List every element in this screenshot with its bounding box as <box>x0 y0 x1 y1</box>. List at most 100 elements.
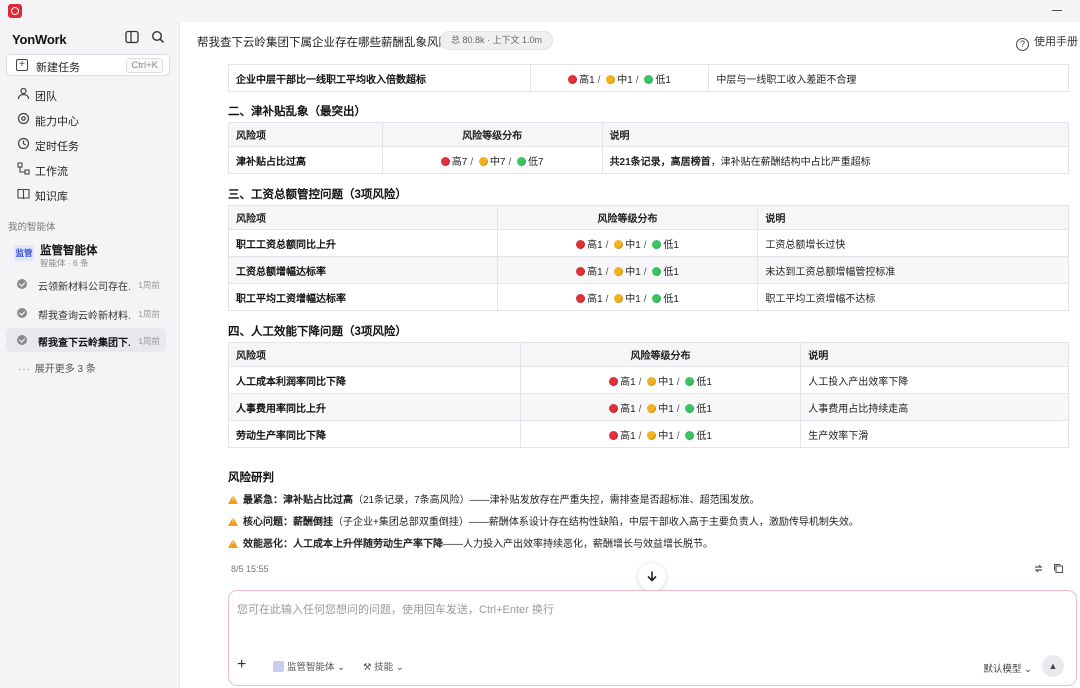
mid-risk-icon <box>606 74 616 84</box>
risk-distribution: 高1/ 中1/ 低1 <box>496 256 759 284</box>
column-header: 风险项 <box>228 122 383 147</box>
sidebar-item-workflow[interactable]: 工作流 <box>6 158 170 180</box>
low-label: 低 <box>663 239 674 251</box>
risk-item: 企业中层干部比一线职工平均收入倍数超标 <box>228 64 531 92</box>
chevron-down-icon: ⌄ <box>1024 664 1032 675</box>
minimize-icon[interactable] <box>1052 10 1062 11</box>
high-label: 高 <box>587 266 598 278</box>
risk-item: 职工工资总额同比上升 <box>228 229 498 257</box>
share-icon[interactable] <box>1033 563 1044 577</box>
low-label: 低 <box>663 293 674 305</box>
high-count: 1 <box>597 266 603 278</box>
scroll-to-bottom-button[interactable] <box>638 563 666 591</box>
agent-badge: 监管 <box>14 245 34 261</box>
high-risk-icon <box>576 266 586 276</box>
agent-card[interactable]: 监管 监管智能体 智能体 · 6 条 <box>12 240 172 268</box>
skill-icon: ⚒ <box>363 662 372 673</box>
history-item-active[interactable]: 帮我查下云岭集团下... 1周前 <box>6 328 166 352</box>
search-icon[interactable] <box>150 30 166 46</box>
section-heading: 三、工资总额管控问题（3项风险） <box>228 189 407 201</box>
sidebar-item-capability[interactable]: 能力中心 <box>6 108 170 130</box>
history-item[interactable]: 帮我查询云岭新材料... 1周前 <box>6 301 166 325</box>
history-item-label: 云领新材料公司存在... <box>38 282 130 293</box>
table-row: 人工成本利润率同比下降 高1/ 中1/ 低1 人工投入产出效率下降 <box>228 366 1069 394</box>
table-header-row: 风险项 风险等级分布 说明 <box>228 205 1069 230</box>
judgement-item: 最紧急：津补贴占比过高（21条记录，7条高风险）——津补贴发放存在严重失控，需排… <box>228 491 760 506</box>
low-label: 低 <box>696 430 707 442</box>
risk-note: 共21条记录，高居榜首，津补贴在薪酬结构中占比严重超标 <box>601 146 1070 174</box>
message-composer[interactable]: 您可在此输入任何您想问的问题，使用回车发送，Ctrl+Enter 换行 + 监管… <box>228 590 1077 686</box>
skill-selector[interactable]: ⚒ 技能 ⌄ <box>363 659 404 673</box>
low-risk-icon <box>652 239 662 249</box>
sidebar-item-label: 能力中心 <box>35 116 79 128</box>
skill-chip-label: 技能 <box>374 662 394 673</box>
mid-count: 1 <box>668 403 674 415</box>
risk-note-emphasis: 共21条记录，高居榜首 <box>609 156 711 168</box>
mid-count: 1 <box>635 239 641 251</box>
low-risk-icon <box>685 430 695 440</box>
model-selector[interactable]: 默认模型 ⌄ <box>983 661 1032 675</box>
mid-label: 中 <box>658 376 669 388</box>
sidebar-item-label: 工作流 <box>35 166 68 178</box>
mid-count: 1 <box>635 293 641 305</box>
copy-icon[interactable] <box>1053 563 1064 577</box>
risk-distribution: 高1/ 中1/ 低1 <box>496 283 759 311</box>
column-header: 说明 <box>601 122 1070 147</box>
title-bar <box>0 0 1080 22</box>
high-risk-icon <box>609 376 619 386</box>
partial-risk-table: 企业中层干部比一线职工平均收入倍数超标 高1/ 中1/ 低1 中层与一线职工收入… <box>228 64 1069 92</box>
sidebar-item-scheduled[interactable]: 定时任务 <box>6 133 170 155</box>
mid-risk-icon <box>478 156 488 166</box>
sidebar-item-label: 知识库 <box>35 191 68 203</box>
high-count: 1 <box>630 430 636 442</box>
risk-distribution: 高7/ 中7/ 低7 <box>381 146 603 174</box>
history-item-time: 1周前 <box>138 336 160 346</box>
judgement-item: 核心问题：薪酬倒挂（子企业+集团总部双重倒挂）——薪酬体系设计存在结构性缺陷，中… <box>228 513 859 528</box>
help-label: 使用手册 <box>1034 36 1078 48</box>
help-manual-button[interactable]: ? 使用手册 <box>1016 33 1078 51</box>
conversation-header: 帮我查下云岭集团下属企业存在哪些薪酬乱象风险 总 80.8k · 上下文 1.0… <box>180 22 1080 58</box>
risk-note: 中层与一线职工收入差距不合理 <box>708 64 1069 92</box>
table-row: 津补贴占比过高 高7/ 中7/ 低7 共21条记录，高居榜首，津补贴在薪酬结构中… <box>228 146 1070 174</box>
risk-distribution: 高1/ 中1/ 低1 <box>519 393 802 421</box>
low-label: 低 <box>528 156 539 168</box>
capability-icon <box>16 112 30 126</box>
risk-judgement-heading: 风险研判 <box>228 472 274 484</box>
agent-selector[interactable]: 监管智能体 ⌄ <box>273 659 345 673</box>
table-row: 工资总额增幅达标率 高1/ 中1/ 低1 未达到工资总额增幅管控标准 <box>228 256 1069 284</box>
sidebar-item-team[interactable]: 团队 <box>6 83 170 105</box>
low-risk-icon <box>652 266 662 276</box>
check-icon <box>17 308 27 318</box>
add-attachment-icon[interactable]: + <box>237 657 246 673</box>
check-icon <box>17 279 27 289</box>
risk-distribution: 高1/ 中1/ 低1 <box>519 366 802 394</box>
warning-icon <box>228 495 238 504</box>
high-risk-icon <box>609 403 619 413</box>
sidebar-toggle-icon[interactable] <box>124 30 140 46</box>
composer-input[interactable]: 您可在此输入任何您想问的问题，使用回车发送，Ctrl+Enter 换行 <box>237 601 554 617</box>
mid-count: 1 <box>627 74 633 86</box>
mid-label: 中 <box>658 430 669 442</box>
judgement-text: ——人力投入产出效率持续恶化，薪酬增长与效益增长脱节。 <box>443 539 713 550</box>
book-icon <box>16 187 30 201</box>
new-task-button[interactable]: + 新建任务 Ctrl+K <box>6 54 170 76</box>
low-label: 低 <box>696 376 707 388</box>
low-count: 1 <box>673 239 679 251</box>
low-count: 1 <box>665 74 671 86</box>
high-risk-icon <box>576 239 586 249</box>
table-row: 职工工资总额同比上升 高1/ 中1/ 低1 工资总额增长过快 <box>228 229 1069 257</box>
risk-table-allowance: 风险项 风险等级分布 说明 津补贴占比过高 高7/ 中7/ 低7 共21条记录，… <box>228 122 1070 174</box>
mid-count: 1 <box>668 430 674 442</box>
mid-risk-icon <box>614 293 624 303</box>
high-risk-icon <box>609 430 619 440</box>
judgement-text: （子企业+集团总部双重倒挂）——薪酬体系设计存在结构性缺陷，中层干部收入高于主要… <box>333 517 859 528</box>
mid-risk-icon <box>614 239 624 249</box>
sidebar-item-label: 定时任务 <box>35 141 79 153</box>
history-item[interactable]: 云领新材料公司存在... 1周前 <box>6 272 166 296</box>
show-more-button[interactable]: ··· 展开更多 3 条 <box>18 360 96 375</box>
table-row: 企业中层干部比一线职工平均收入倍数超标 高1/ 中1/ 低1 中层与一线职工收入… <box>228 64 1069 92</box>
sidebar-item-knowledge[interactable]: 知识库 <box>6 183 170 205</box>
arrow-down-icon <box>647 571 657 582</box>
send-button[interactable]: ▲ <box>1042 655 1064 677</box>
clock-icon <box>16 137 30 151</box>
